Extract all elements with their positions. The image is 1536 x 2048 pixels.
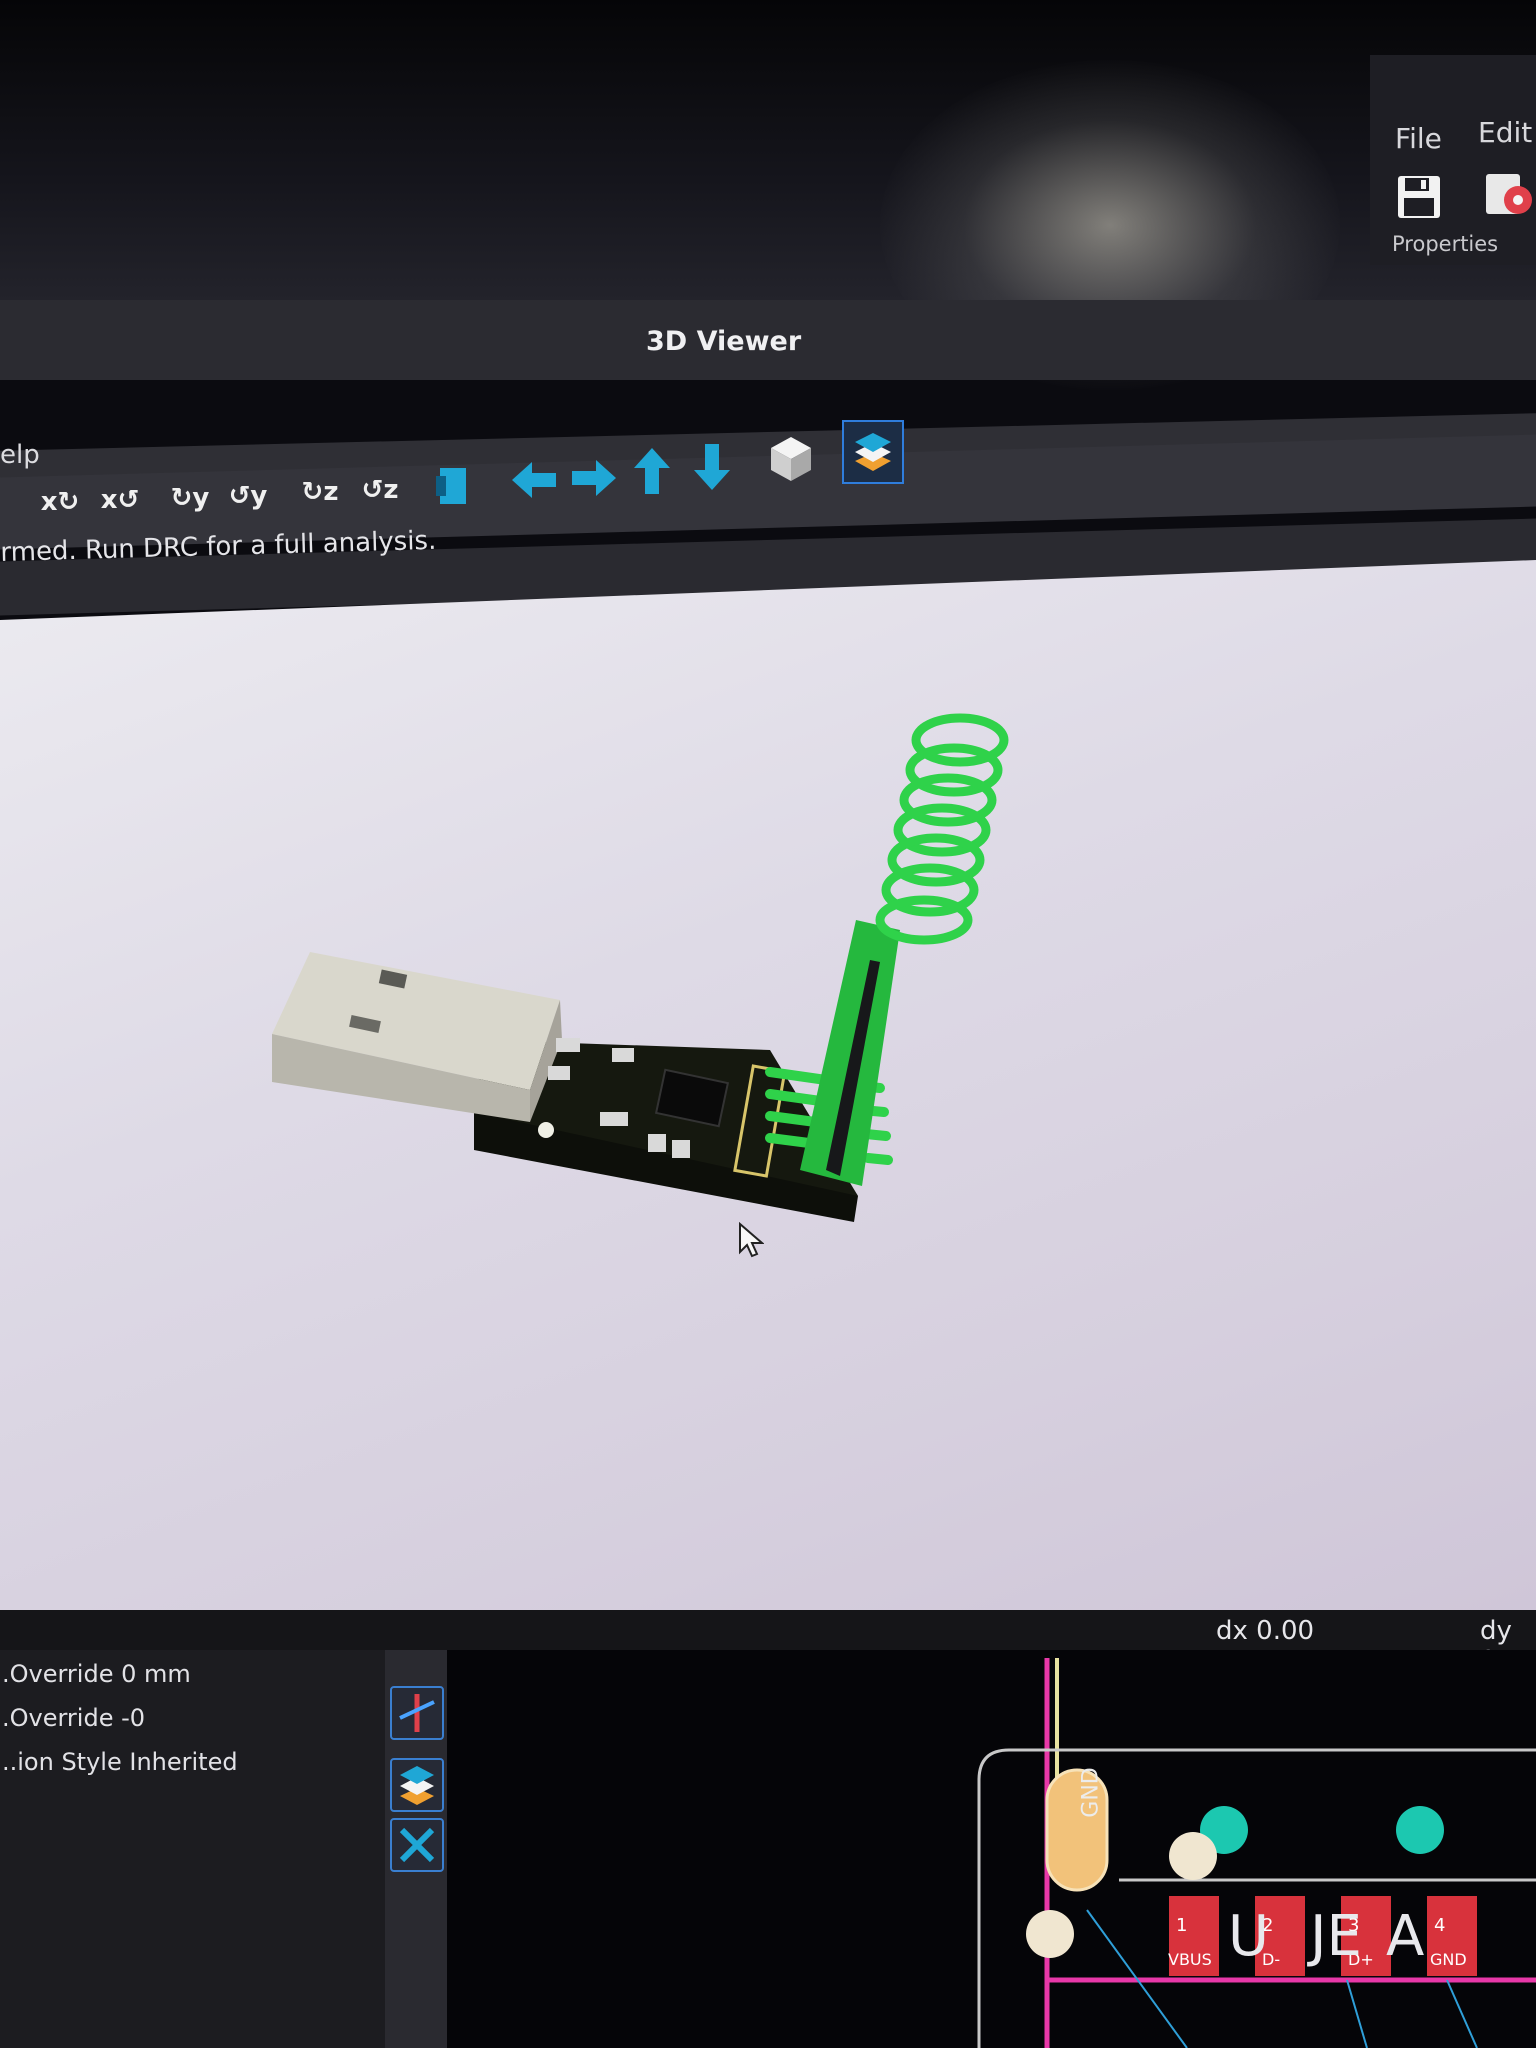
layers-icon-side[interactable] <box>390 1758 444 1812</box>
property-override-value[interactable]: .Override -0 <box>2 1704 145 1732</box>
footprint-reference: U <box>1228 1904 1269 1969</box>
footprint-drawing <box>977 1658 1536 2048</box>
mouse-cursor-icon <box>738 1221 765 1262</box>
mounting-hole <box>1396 1806 1444 1854</box>
usb-dongle-3d-model <box>272 713 1009 1222</box>
smd-component <box>648 1134 666 1152</box>
pad-1-number: 1 <box>1176 1915 1188 1936</box>
via <box>1026 1910 1074 1958</box>
via <box>1169 1832 1217 1880</box>
smd-component <box>672 1140 690 1158</box>
footprint-value: JE <box>1310 1904 1362 1969</box>
route-track-icon[interactable] <box>390 1686 444 1740</box>
spring-antenna <box>875 713 1009 945</box>
antenna-module-board <box>800 920 900 1186</box>
footprint-value-suffix: A <box>1386 1904 1425 1969</box>
smd-component <box>548 1066 570 1080</box>
shield-pad-label: GND <box>1078 1767 1104 1818</box>
dx-readout: dx 0.00 <box>1216 1616 1315 1646</box>
tools-icon[interactable] <box>390 1818 444 1872</box>
smd-component <box>612 1048 634 1062</box>
property-style[interactable]: ..ion Style Inherited <box>2 1748 238 1776</box>
property-override-mm[interactable]: .Override 0 mm <box>2 1660 191 1688</box>
pad-1-net: VBUS <box>1168 1950 1212 1969</box>
pad-4-net: GND <box>1430 1950 1467 1969</box>
mounting-dot <box>538 1122 554 1138</box>
smd-component <box>556 1038 580 1052</box>
pad-4-number: 4 <box>1434 1915 1446 1936</box>
smd-component <box>600 1112 628 1126</box>
